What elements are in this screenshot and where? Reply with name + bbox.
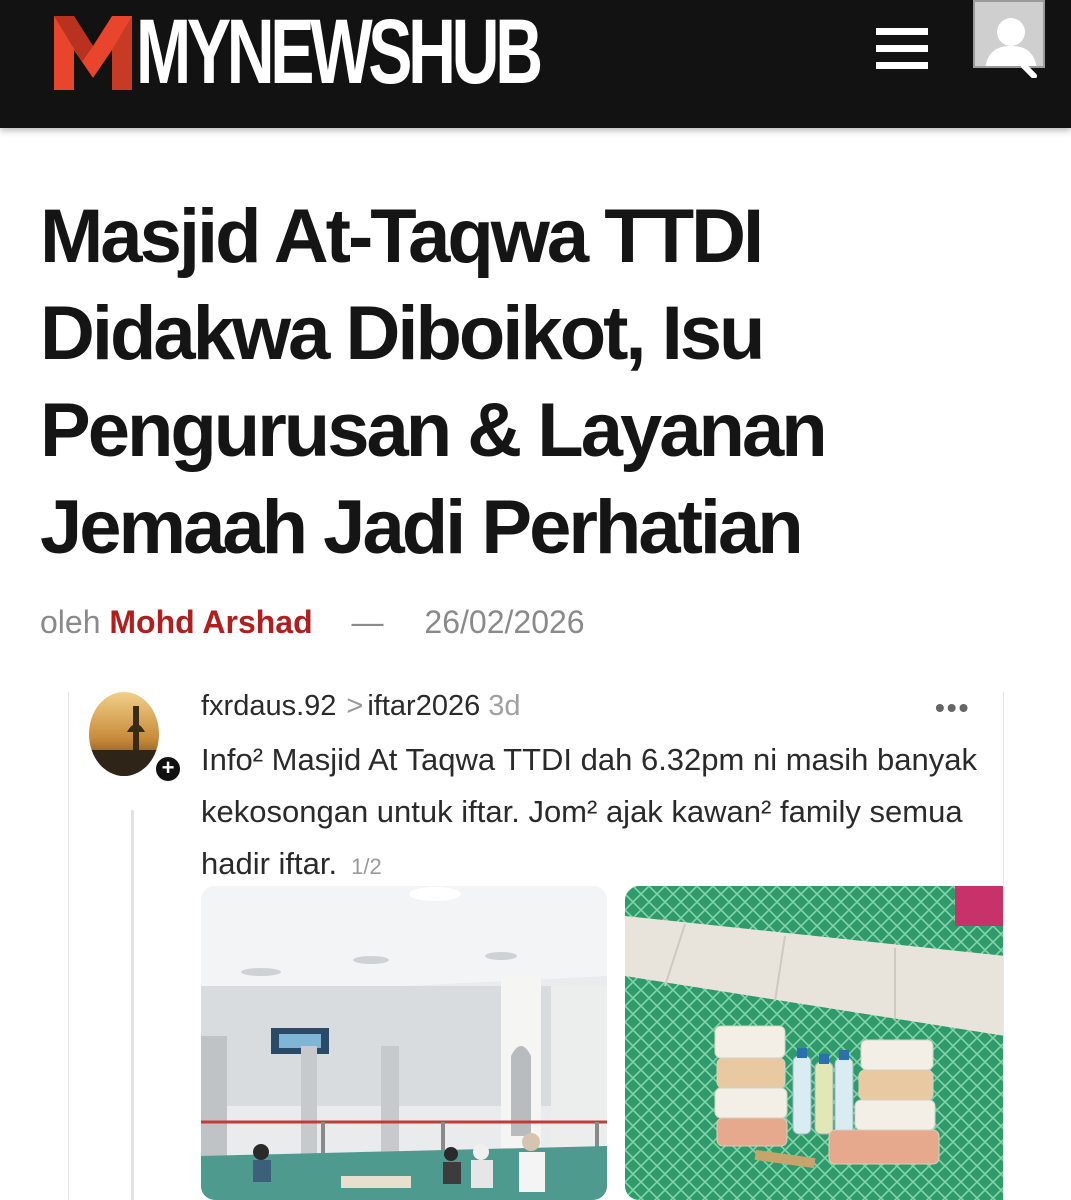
post-topic[interactable]: iftar2026	[367, 692, 480, 722]
post-text: Info² Masjid At Taqwa TTDI dah 6.32pm ni…	[201, 742, 977, 881]
article-title: Masjid At-Taqwa TTDI Didakwa Diboikot, I…	[40, 194, 828, 570]
chevron-right-icon: >	[346, 692, 364, 722]
follow-badge[interactable]: +	[153, 754, 183, 784]
thread-line	[131, 810, 134, 1200]
post-time: 3d	[488, 692, 521, 722]
post-author-avatar[interactable]	[89, 692, 159, 776]
article-meta: oleh Mohd Arshad — 26/02/2026	[40, 604, 585, 641]
post-body: Info² Masjid At Taqwa TTDI dah 6.32pm ni…	[201, 734, 991, 893]
embedded-post: + fxrdaus.92 > iftar2026 3d ••• Info² Masj…	[68, 692, 1004, 1200]
mosque-interior-photo[interactable]	[201, 886, 607, 1200]
top-navigation-bar: MYNEWSHUB	[0, 0, 1071, 128]
publish-date: 26/02/2026	[424, 604, 585, 640]
page-indicator: 1/2	[351, 854, 382, 879]
post-header: fxrdaus.92 > iftar2026 3d	[201, 692, 521, 723]
hamburger-menu-icon[interactable]	[876, 28, 928, 70]
more-options-icon[interactable]: •••	[935, 692, 970, 724]
iftar-food-packs-photo[interactable]	[625, 886, 1003, 1200]
search-icon[interactable]	[1006, 40, 1038, 78]
meta-separator: —	[351, 604, 384, 640]
site-logo[interactable]: MYNEWSHUB	[52, 1, 695, 103]
brand-name: MYNEWSHUB	[136, 1, 543, 103]
mynewshub-m-logo-icon	[54, 16, 132, 90]
author-link[interactable]: Mohd Arshad	[109, 604, 312, 640]
post-username[interactable]: fxrdaus.92	[201, 692, 336, 722]
byline-prefix: oleh	[40, 604, 101, 640]
